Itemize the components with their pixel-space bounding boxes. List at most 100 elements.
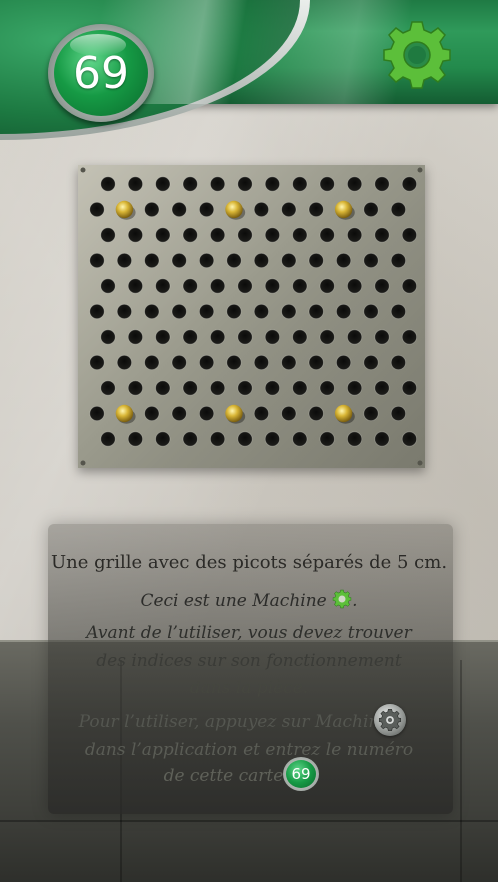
grid-hole	[155, 227, 171, 243]
gold-pin	[334, 404, 353, 423]
grid-hole	[116, 303, 133, 320]
gold-pin	[225, 404, 243, 423]
machine-note: Ceci est une Machine .	[0, 589, 498, 611]
grid-hole	[253, 354, 269, 371]
gold-pin	[115, 200, 134, 219]
grid-hole	[390, 303, 406, 320]
grid-hole	[319, 227, 335, 243]
machine-note-text: Ceci est une Machine	[140, 591, 327, 611]
grid-hole	[182, 380, 198, 396]
grid-hole	[182, 227, 198, 243]
grid-hole	[319, 329, 335, 345]
grid-hole	[264, 278, 280, 294]
grid-hole	[116, 354, 133, 371]
grid-hole	[237, 278, 253, 294]
grid-hole	[127, 431, 144, 447]
grid-hole	[281, 201, 297, 218]
grid-hole	[390, 405, 406, 422]
grid-hole	[346, 176, 363, 192]
grid-hole	[155, 278, 171, 294]
usage-line-3: de cette carte :	[163, 766, 295, 786]
usage-line-1: Pour l’utiliser, appuyez sur Machine	[78, 712, 390, 732]
grid-hole	[374, 176, 390, 192]
grid-hole	[144, 201, 160, 218]
grid-hole	[401, 176, 417, 192]
grid-hole	[199, 405, 215, 422]
grid-hole	[401, 329, 417, 345]
grid-hole	[182, 278, 198, 294]
grid-hole	[292, 431, 308, 447]
floor-lower-line	[0, 820, 498, 822]
grid-hole	[210, 176, 226, 192]
grid-hole	[199, 252, 215, 269]
grid-hole	[182, 431, 198, 447]
grid-hole	[210, 431, 226, 447]
grid-hole	[253, 303, 269, 320]
grid-hole	[100, 380, 116, 396]
grid-hole	[171, 303, 187, 320]
grid-hole	[346, 278, 363, 294]
gear-icon	[383, 21, 451, 89]
grid-hole	[292, 380, 308, 396]
grid-hole	[374, 329, 390, 345]
screw	[80, 167, 86, 173]
grid-hole	[253, 252, 269, 269]
grid-hole	[346, 380, 363, 396]
grid-hole	[226, 303, 242, 320]
grid-hole	[401, 380, 417, 396]
pin-grid-card	[78, 165, 425, 468]
grid-hole	[374, 278, 390, 294]
grid-hole	[171, 354, 187, 371]
grid-hole	[182, 176, 198, 192]
grid-hole	[144, 303, 160, 320]
screw	[417, 167, 423, 173]
grid-hole	[319, 380, 335, 396]
instruction-line-1: Avant de l’utiliser, vous devez trouver	[86, 623, 412, 643]
grid-hole	[127, 380, 144, 396]
grid-hole	[127, 278, 144, 294]
grid-hole	[264, 329, 280, 345]
instruction-line-2: des indices sur son fonctionnement	[96, 651, 402, 671]
gold-pin	[334, 200, 353, 219]
grid-hole	[264, 431, 280, 447]
grid-hole	[308, 354, 324, 371]
gold-pin	[115, 404, 134, 423]
settings-button[interactable]	[380, 18, 454, 92]
grid-hole	[281, 354, 297, 371]
grid-hole	[89, 252, 105, 269]
grid-hole	[374, 380, 390, 396]
instruction-line-3: dans la pièce.	[189, 678, 309, 698]
grid-hole	[390, 354, 406, 371]
grid-hole	[292, 176, 308, 192]
grid-hole	[155, 329, 171, 345]
grid-hole	[100, 227, 116, 243]
grid-hole	[401, 431, 417, 447]
grid-hole	[237, 431, 253, 447]
grid-hole	[226, 354, 242, 371]
grid-hole	[319, 431, 335, 447]
grid-hole	[363, 252, 379, 269]
grid-hole	[89, 354, 105, 371]
grid-hole	[346, 329, 363, 345]
grid-hole	[210, 329, 226, 345]
grid-hole	[199, 201, 215, 218]
grid-hole	[292, 278, 308, 294]
grid-hole	[237, 176, 253, 192]
screw	[80, 460, 86, 466]
grid-hole	[308, 405, 324, 422]
grid-hole	[210, 227, 226, 243]
card-number-small: 69	[286, 760, 316, 788]
grid-hole	[171, 252, 187, 269]
grid-hole	[182, 329, 198, 345]
grid-hole	[335, 354, 352, 371]
gear-icon	[378, 708, 402, 732]
grid-hole	[237, 329, 253, 345]
grid-hole	[171, 201, 187, 218]
grid-hole	[155, 431, 171, 447]
grid-hole	[281, 303, 297, 320]
grid-hole	[363, 303, 379, 320]
grid-hole	[335, 252, 352, 269]
grid-hole	[155, 380, 171, 396]
grid-hole	[253, 201, 269, 218]
grid-hole	[374, 431, 390, 447]
